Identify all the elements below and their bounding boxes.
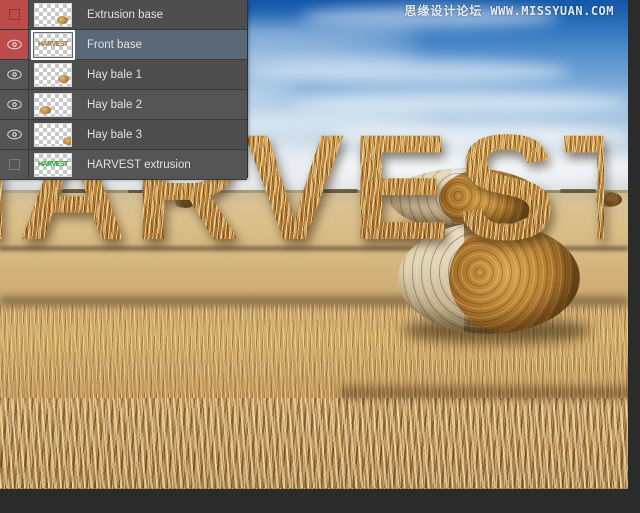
watermark: 思缘设计论坛 WWW.MISSYUAN.COM [404, 2, 614, 19]
layer-name-label: HARVEST extrusion [87, 158, 191, 171]
layer-name-label: Hay bale 1 [87, 68, 142, 81]
layer-row[interactable]: Hay bale 2 [0, 90, 247, 120]
layer-thumbnail-cell[interactable]: HARVEST [29, 150, 77, 179]
layer-row[interactable]: Hay bale 1 [0, 60, 247, 90]
eye-icon [6, 99, 22, 110]
layer-thumbnail [34, 122, 72, 147]
layer-visibility-toggle-on[interactable] [0, 120, 29, 149]
layer-thumbnail-cell[interactable] [29, 60, 77, 89]
window-border-bottom [0, 489, 640, 513]
empty-visibility-box-icon [8, 159, 20, 170]
layer-thumbnail-cell[interactable] [29, 90, 77, 119]
thumbnail-text-preview: HARVEST [38, 40, 68, 48]
layer-visibility-toggle-on[interactable] [0, 60, 29, 89]
eye-icon [6, 39, 22, 50]
eye-icon [6, 69, 22, 80]
window-border-right [628, 0, 640, 513]
thumbnail-hay-bale-icon [40, 105, 51, 114]
thumbnail-text-preview: HARVEST [38, 160, 68, 168]
empty-visibility-box-icon [8, 9, 20, 20]
layer-row[interactable]: Hay bale 3 [0, 120, 247, 150]
layer-name-label: Extrusion base [87, 8, 164, 21]
layer-row[interactable]: HARVEST Front base [0, 29, 247, 60]
layer-thumbnail-cell[interactable] [29, 0, 77, 29]
field-shadow-band [340, 386, 628, 400]
layer-thumbnail-cell[interactable] [29, 120, 77, 149]
layer-row[interactable]: Extrusion base [0, 0, 247, 30]
layer-thumbnail: HARVEST [31, 29, 75, 60]
thumbnail-hay-bale-icon [57, 15, 68, 24]
layer-visibility-toggle-on[interactable] [0, 90, 29, 119]
thumbnail-hay-bale-icon [63, 136, 71, 145]
layer-row[interactable]: HARVEST HARVEST extrusion [0, 150, 247, 180]
layer-name-label: Hay bale 3 [87, 128, 142, 141]
eye-icon [6, 129, 22, 140]
layer-thumbnail: HARVEST [34, 152, 72, 177]
layer-thumbnail [34, 62, 72, 87]
watermark-url: WWW.MISSYUAN.COM [490, 3, 614, 18]
screenshot-root: HARVEST 思缘设计论坛 WWW.MISSYUAN.COM Extrusio… [0, 0, 640, 513]
layers-panel[interactable]: Extrusion base HARVEST Front base Hay bale … [0, 0, 248, 180]
layer-visibility-toggle-off[interactable] [0, 0, 29, 29]
layer-thumbnail [34, 2, 72, 27]
watermark-site-name: 思缘设计论坛 [404, 4, 483, 18]
layer-thumbnail-cell[interactable]: HARVEST [29, 29, 77, 60]
stubble-texture-near [0, 398, 628, 488]
thumbnail-hay-bale-icon [58, 74, 69, 83]
layer-name-label: Hay bale 2 [87, 98, 142, 111]
layer-visibility-toggle-on[interactable] [0, 30, 29, 59]
layer-visibility-toggle-off[interactable] [0, 150, 29, 179]
layer-name-label: Front base [87, 38, 142, 51]
layer-thumbnail [34, 92, 72, 117]
cloud-wisp [240, 60, 570, 84]
